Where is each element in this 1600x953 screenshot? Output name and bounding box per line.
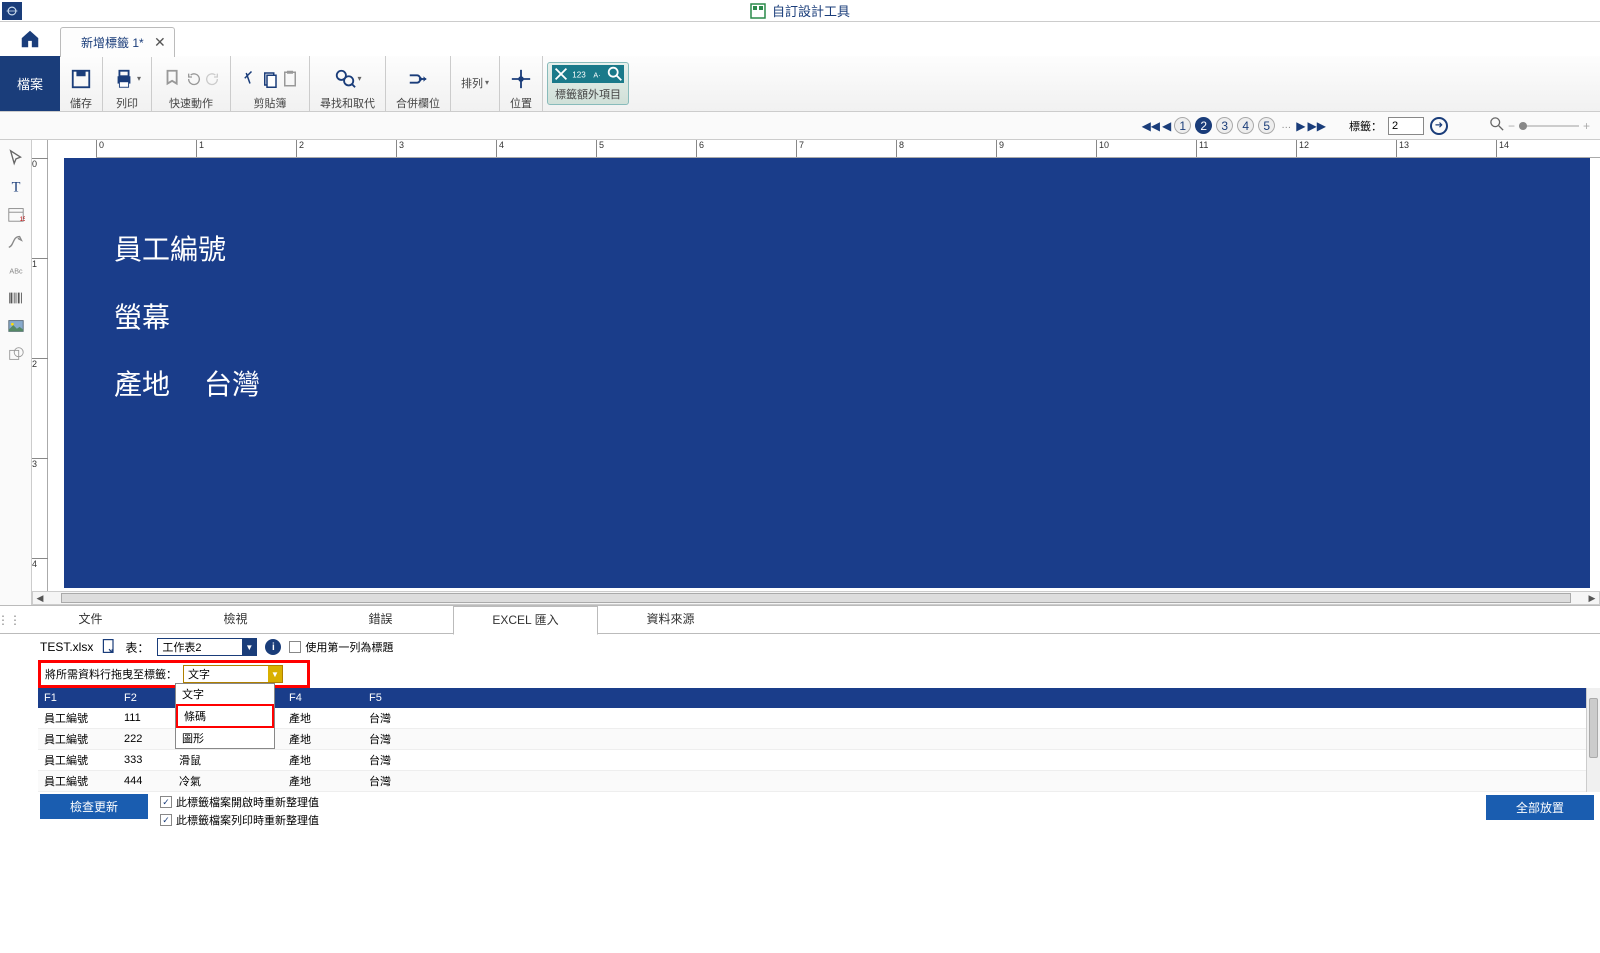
document-tab[interactable]: 新增標籤 1* ✕ [60,27,175,57]
ribbon: 檔案 儲存 ▾ 列印 快速動作 剪貼簿 [0,56,1600,112]
home-button[interactable] [0,22,60,56]
import-file: TEST.xlsx [40,640,93,654]
first-row-checkbox[interactable]: 使用第一列為標題 [289,639,393,655]
pager-nav: ◀◀ ◀ 1 2 3 4 5 … ▶ ▶▶ [1141,117,1327,134]
ruler-vertical: 0 1 2 3 4 [32,140,48,605]
page-2[interactable]: 2 [1195,117,1212,134]
abc-tool[interactable]: ABc [0,256,31,284]
dropdown-opt-shape[interactable]: 圖形 [176,728,274,748]
tab-data-source[interactable]: 資料來源 [598,606,743,633]
clipboard[interactable]: 剪貼簿 [235,57,305,111]
position[interactable]: 位置 [504,57,538,111]
page-input[interactable] [1388,117,1424,135]
canvas-text-3b[interactable]: 台灣 [204,363,260,403]
ruler-horizontal: 01234567891011121314 [96,140,1600,158]
text-tool[interactable]: T [0,172,31,200]
page-1[interactable]: 1 [1174,117,1191,134]
app-icon [2,2,22,20]
col-f5[interactable]: F5 [363,688,1600,708]
drag-type-select[interactable]: 文字▼ [183,665,283,683]
file-open-icon[interactable] [101,638,117,657]
svg-text:123: 123 [572,71,586,80]
zoom-control[interactable]: − + [1490,117,1590,134]
canvas-text-1[interactable]: 員工編號 [114,228,226,268]
highlighted-area: 將所需資料行拖曳至標籤： 文字▼ 文字 條碼 圖形 [38,660,310,688]
chk-refresh-print[interactable]: ✓此標籤檔案列印時重新整理值 [160,812,319,828]
next-page-icon[interactable]: ▶ [1295,119,1306,133]
tab-view[interactable]: 檢視 [163,606,308,633]
image-tool[interactable] [0,312,31,340]
print-button[interactable]: ▾ 列印 [107,57,147,111]
barcode-tool[interactable] [0,284,31,312]
check-update-button[interactable]: 檢查更新 [40,794,148,819]
table-v-scrollbar[interactable] [1586,688,1600,792]
extra-icon-2[interactable]: 123 [570,65,588,86]
place-all-button[interactable]: 全部放置 [1486,795,1594,820]
col-f1[interactable]: F1 [38,688,118,708]
col-f4[interactable]: F4 [283,688,363,708]
dropdown-opt-barcode[interactable]: 條碼 [176,704,274,728]
tab-row: 新增標籤 1* ✕ [0,22,1600,56]
chk-refresh-open[interactable]: ✓此標籤檔案開啟時重新整理值 [160,794,319,810]
bottom-tabs: ⋮⋮ 文件 檢視 錯誤 EXCEL 匯入 資料來源 [0,606,1600,634]
tab-error[interactable]: 錯誤 [308,606,453,633]
svg-text:A·: A· [593,71,600,80]
label-canvas[interactable]: 員工編號 螢幕 產地 台灣 [64,158,1590,588]
designer-icon [750,3,766,19]
drag-handle-icon[interactable]: ⋮⋮ [0,613,18,627]
dropdown-menu: 文字 條碼 圖形 [175,683,275,749]
drag-label: 將所需資料行拖曳至標籤： [45,666,177,682]
extra-icon-3[interactable]: A· [588,65,606,86]
sheet-select[interactable]: 工作表2▼ [157,638,257,656]
import-row: TEST.xlsx 表： 工作表2▼ i 使用第一列為標題 [0,634,1600,660]
shape-tool[interactable] [0,340,31,368]
footer: 檢查更新 ✓此標籤檔案開啟時重新整理值 ✓此標籤檔案列印時重新整理值 全部放置 [0,792,1600,822]
extra-items-group[interactable]: 123 A· [552,65,624,86]
zoom-icon [1490,117,1504,134]
dropdown-opt-text[interactable]: 文字 [176,684,274,704]
vertical-toolbar: T 15 ABc [0,140,32,605]
go-button[interactable]: ➜ [1430,117,1448,135]
svg-text:15: 15 [19,216,24,223]
main-area: T 15 ABc 0 1 2 3 4 01234567891011121314 … [0,140,1600,605]
app-title: 自訂設計工具 [772,1,850,20]
curve-tool[interactable] [0,228,31,256]
canvas-wrap: 01234567891011121314 員工編號 螢幕 產地 台灣 [48,140,1600,605]
tab-excel-import[interactable]: EXCEL 匯入 [453,606,598,635]
extra-icon-4[interactable] [606,65,624,86]
date-tool[interactable]: 15 [0,200,31,228]
page-5[interactable]: 5 [1258,117,1275,134]
svg-text:ABc: ABc [9,267,23,276]
merge-fields[interactable]: 合併欄位 [390,57,446,111]
col-f2[interactable]: F2 [118,688,173,708]
file-menu[interactable]: 檔案 [0,56,60,111]
table-row[interactable]: 員工編號444冷氣產地台灣 [38,771,1600,792]
info-icon[interactable]: i [265,639,281,655]
pager: ◀◀ ◀ 1 2 3 4 5 … ▶ ▶▶ 標籤： ➜ − + [0,112,1600,140]
bottom-panel: ⋮⋮ 文件 檢視 錯誤 EXCEL 匯入 資料來源 TEST.xlsx 表： 工… [0,605,1600,822]
close-icon[interactable]: ✕ [154,34,166,51]
titlebar: 自訂設計工具 [0,0,1600,22]
page-3[interactable]: 3 [1216,117,1233,134]
page-4[interactable]: 4 [1237,117,1254,134]
svg-text:T: T [11,179,20,195]
table-row[interactable]: 員工編號333滑鼠產地台灣 [38,750,1600,771]
arrange[interactable]: 排列▾ [455,57,495,111]
find-replace[interactable]: ▾ 尋找和取代 [314,57,381,111]
h-scrollbar[interactable]: ◀▶ [32,591,1600,605]
save-button[interactable]: 儲存 [64,57,98,111]
sheet-label: 表： [125,639,149,656]
select-tool[interactable] [0,144,31,172]
quick-actions[interactable]: 快速動作 [156,57,226,111]
tab-label: 新增標籤 1* [81,34,144,51]
canvas-text-2[interactable]: 螢幕 [114,296,170,336]
pager-label: 標籤： [1349,118,1382,134]
first-page-icon[interactable]: ◀◀ [1141,119,1161,133]
extra-icon-1[interactable] [552,65,570,86]
prev-page-icon[interactable]: ◀ [1161,119,1172,133]
canvas-text-3a[interactable]: 產地 [114,363,170,403]
tab-document[interactable]: 文件 [18,606,163,633]
last-page-icon[interactable]: ▶▶ [1307,119,1327,133]
